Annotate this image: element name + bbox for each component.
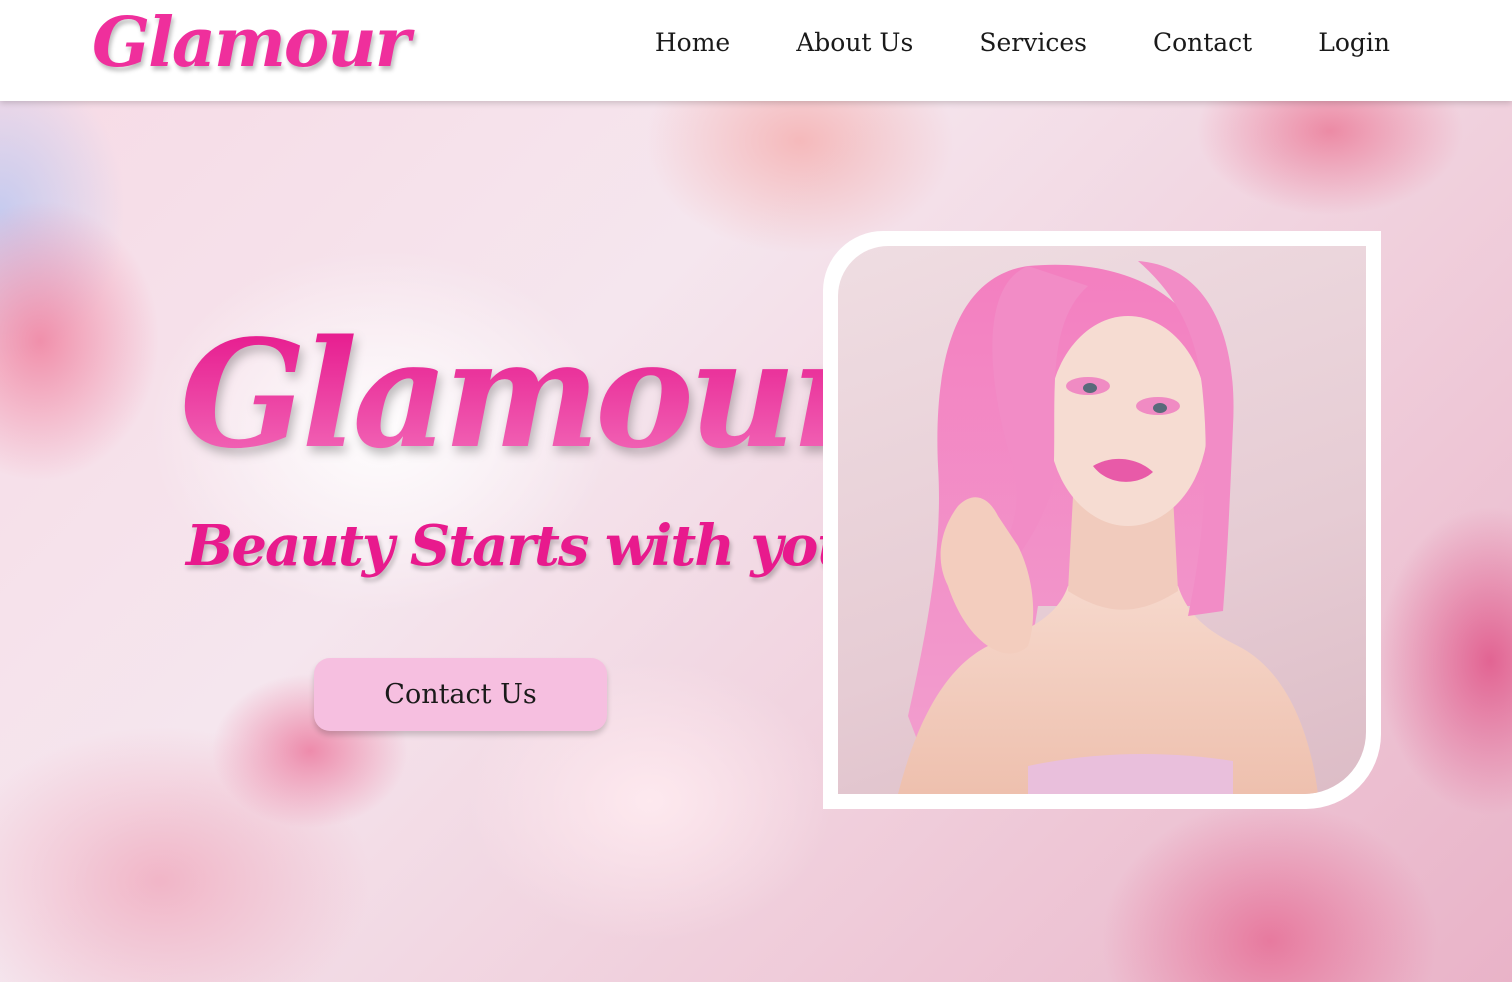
nav-login-link[interactable]: Login (1318, 28, 1390, 57)
contact-us-button[interactable]: Contact Us (314, 658, 607, 731)
nav-contact-link[interactable]: Contact (1153, 28, 1252, 57)
nav-about-link[interactable]: About Us (796, 28, 913, 57)
site-header: Glamour Home About Us Services Contact L… (0, 0, 1512, 101)
hero-tagline: Beauty Starts with you (186, 513, 857, 579)
hero-section: Glamour Beauty Starts with you Contact U… (0, 101, 1512, 982)
model-portrait-image (838, 246, 1366, 794)
site-logo[interactable]: Glamour (92, 6, 411, 81)
portrait-frame (823, 231, 1381, 809)
nav-home-link[interactable]: Home (655, 28, 730, 57)
main-nav: Home About Us Services Contact Login (655, 28, 1390, 57)
portrait-illustration (898, 261, 1318, 794)
nav-services-link[interactable]: Services (979, 28, 1087, 57)
hero-title: Glamour (180, 307, 869, 481)
